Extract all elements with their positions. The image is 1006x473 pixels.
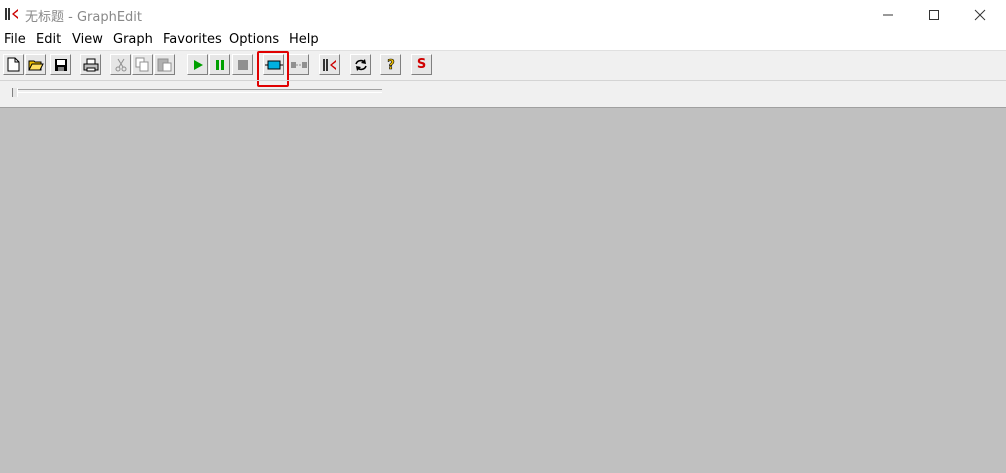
refresh-button[interactable] [350, 54, 371, 75]
save-icon [54, 58, 67, 71]
title-bar[interactable]: 无标题 - GraphEdit [0, 0, 1006, 30]
stop-icon [237, 59, 248, 70]
cut-button[interactable] [110, 54, 131, 75]
help-button[interactable]: ? [380, 54, 401, 75]
copy-icon [135, 57, 149, 72]
maximize-button[interactable] [911, 0, 957, 30]
copy-button[interactable] [132, 54, 153, 75]
graph-workspace[interactable] [0, 107, 1006, 473]
menu-file[interactable]: File [4, 32, 26, 47]
seek-thumb[interactable] [12, 88, 18, 97]
close-button[interactable] [957, 0, 1003, 30]
graphedit-icon [322, 58, 336, 71]
highlight-box [257, 51, 289, 87]
print-button[interactable] [80, 54, 101, 75]
close-icon [974, 9, 986, 21]
menu-edit[interactable]: Edit [36, 32, 61, 47]
menu-help[interactable]: Help [289, 32, 319, 47]
disconnect-filter-button[interactable] [288, 54, 309, 75]
menu-options[interactable]: Options [229, 32, 279, 47]
svg-text:?: ? [387, 58, 395, 72]
print-icon [83, 58, 98, 71]
play-button[interactable] [187, 54, 208, 75]
menu-graph[interactable]: Graph [113, 32, 153, 47]
pause-icon [215, 59, 224, 70]
menu-view[interactable]: View [72, 32, 103, 47]
help-icon: ? [386, 58, 395, 72]
open-folder-icon [27, 60, 44, 70]
graphedit-button[interactable] [319, 54, 340, 75]
refresh-icon [354, 58, 367, 71]
sync-icon: S [416, 57, 427, 72]
disconnect-filter-icon [290, 61, 307, 68]
menu-bar: File Edit View Graph Favorites Options H… [0, 30, 1006, 50]
play-icon [193, 59, 203, 70]
save-button[interactable] [50, 54, 71, 75]
app-icon [5, 8, 18, 20]
toolbar-divider [0, 80, 1006, 81]
minimize-icon [883, 14, 893, 16]
sync-button[interactable]: S [411, 54, 432, 75]
maximize-icon [929, 10, 939, 20]
new-button[interactable] [3, 54, 24, 75]
menu-favorites[interactable]: Favorites [163, 32, 222, 47]
cut-icon [115, 58, 126, 71]
window-title: 无标题 - GraphEdit [25, 10, 143, 25]
stop-button[interactable] [232, 54, 253, 75]
graphedit-window: 无标题 - GraphEdit File Edit View Graph Fav… [0, 0, 1006, 473]
new-file-icon [7, 57, 20, 72]
minimize-button[interactable] [865, 0, 911, 30]
seek-trackbar[interactable] [14, 89, 382, 93]
open-button[interactable] [25, 54, 46, 75]
paste-icon [157, 58, 172, 72]
pause-button[interactable] [209, 54, 230, 75]
paste-button[interactable] [154, 54, 175, 75]
